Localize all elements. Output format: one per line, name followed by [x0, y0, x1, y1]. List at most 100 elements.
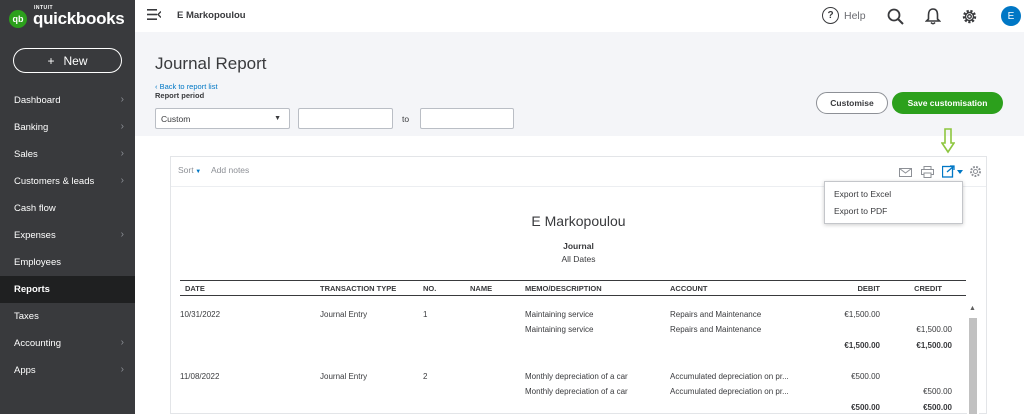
new-button[interactable]: + New	[13, 48, 122, 73]
add-notes-button[interactable]: Add notes	[211, 165, 249, 175]
chevron-right-icon: ›	[120, 229, 124, 240]
sidebar-item-expenses[interactable]: Expenses ›	[0, 222, 135, 249]
logo-text: quickbooks	[33, 9, 125, 28]
cell-account: Repairs and Maintenance	[670, 310, 762, 319]
sidebar-item-customers-leads[interactable]: Customers & leads ›	[0, 168, 135, 195]
sidebar-item-label: Cash flow	[14, 203, 56, 214]
sort-dropdown[interactable]: Sort ▼	[178, 165, 201, 175]
sidebar-item-label: Dashboard	[14, 95, 61, 106]
start-date-input[interactable]	[298, 108, 393, 129]
cell-memo: Monthly depreciation of a car	[525, 387, 628, 396]
column-header[interactable]: DATE	[185, 284, 205, 293]
scroll-up-icon[interactable]: ▲	[969, 305, 976, 312]
logo-intuit-text: INTUIT	[34, 5, 54, 11]
sidebar-item-employees[interactable]: Employees	[0, 249, 135, 276]
sidebar-item-label: Apps	[14, 365, 36, 376]
save-customisation-button[interactable]: Save customisation	[892, 92, 1003, 114]
table-header: DATE TRANSACTION TYPE NO. NAME MEMO/DESCRIPT…	[180, 280, 966, 296]
column-header[interactable]: NAME	[470, 284, 492, 293]
sidebar-item-sales[interactable]: Sales ›	[0, 141, 135, 168]
back-to-report-list-link[interactable]: ‹ Back to report list	[155, 82, 218, 91]
page-title: Journal Report	[155, 54, 267, 73]
gear-icon[interactable]	[961, 8, 978, 30]
cell-debit[interactable]: €1,500.00	[780, 310, 880, 319]
settings-gear-icon[interactable]	[969, 165, 982, 183]
sidebar: qb INTUIT quickbooks + New Dashboard › Ban…	[0, 0, 135, 414]
cell-type[interactable]: Journal Entry	[320, 372, 367, 381]
quickbooks-logo[interactable]: qb INTUIT quickbooks	[9, 5, 125, 29]
cell-memo: Maintaining service	[525, 325, 594, 334]
column-header[interactable]: TRANSACTION TYPE	[320, 284, 396, 293]
company-name: E Markopoulou	[177, 10, 246, 21]
cell-account: Repairs and Maintenance	[670, 325, 762, 334]
column-header[interactable]: NO.	[423, 284, 436, 293]
highlight-arrow-icon	[940, 128, 956, 159]
export-to-excel-item[interactable]: Export to Excel	[834, 189, 891, 199]
chevron-right-icon: ›	[120, 94, 124, 105]
report-period-label: Report period	[155, 91, 205, 100]
sidebar-item-reports[interactable]: Reports	[0, 276, 135, 303]
column-header[interactable]: ACCOUNT	[670, 284, 708, 293]
sidebar-item-label: Banking	[14, 122, 49, 133]
cell-account: Accumulated depreciation on pr...	[670, 387, 789, 396]
sidebar-item-label: Accounting	[14, 338, 62, 349]
plus-icon: +	[47, 53, 55, 68]
report-period-value: Custom	[161, 113, 191, 124]
sort-label: Sort	[178, 165, 194, 175]
cell-date: 10/31/2022	[180, 310, 221, 319]
logo-wordmark: INTUIT quickbooks	[33, 5, 125, 29]
sidebar-item-accounting[interactable]: Accounting ›	[0, 330, 135, 357]
sidebar-item-label: Employees	[14, 257, 61, 268]
report-period-select[interactable]: Custom ▼	[155, 108, 290, 129]
sidebar-item-label: Taxes	[14, 311, 39, 322]
cell-credit[interactable]: €1,500.00	[842, 325, 952, 334]
user-avatar[interactable]: E	[1001, 6, 1021, 26]
cell-type[interactable]: Journal Entry	[320, 310, 367, 319]
cell-date: 11/08/2022	[180, 372, 220, 381]
cell-no: 2	[423, 372, 428, 381]
chevron-right-icon: ›	[120, 148, 124, 159]
cell-memo: Monthly depreciation of a car	[525, 372, 628, 381]
qb-logo-icon: qb	[9, 10, 27, 28]
new-button-label: New	[63, 53, 88, 68]
column-header[interactable]: CREDIT	[840, 284, 942, 293]
cell-account: Accumulated depreciation on pr...	[670, 372, 789, 381]
help-label[interactable]: Help	[844, 10, 866, 22]
sidebar-item-apps[interactable]: Apps ›	[0, 357, 135, 384]
sidebar-item-label: Sales	[14, 149, 38, 160]
collapse-menu-icon[interactable]	[147, 9, 162, 23]
bell-icon[interactable]	[924, 7, 942, 30]
cell-credit[interactable]: €500.00	[842, 387, 952, 396]
help-icon[interactable]: ?	[822, 7, 839, 24]
sidebar-item-banking[interactable]: Banking ›	[0, 114, 135, 141]
report-dates: All Dates	[561, 254, 596, 264]
search-icon[interactable]	[887, 8, 904, 30]
sidebar-item-label: Reports	[14, 284, 50, 295]
end-date-input[interactable]	[420, 108, 514, 129]
sidebar-item-cash-flow[interactable]: Cash flow	[0, 195, 135, 222]
report-name: Journal	[563, 241, 594, 251]
back-link-label: Back to report list	[159, 82, 218, 91]
customise-button[interactable]: Customise	[816, 92, 888, 114]
scrollbar-thumb[interactable]	[969, 318, 977, 414]
cell-memo: Maintaining service	[525, 310, 594, 319]
to-label: to	[402, 114, 410, 124]
cell-credit[interactable]: €1,500.00	[842, 341, 952, 350]
cell-credit[interactable]: €500.00	[842, 403, 952, 412]
sidebar-item-label: Expenses	[14, 230, 56, 241]
cell-no: 1	[423, 310, 428, 319]
chevron-right-icon: ›	[120, 364, 124, 375]
caret-down-icon: ▼	[274, 115, 281, 122]
column-header[interactable]: MEMO/DESCRIPTION	[525, 284, 602, 293]
cell-debit[interactable]: €500.00	[780, 372, 880, 381]
chevron-right-icon: ›	[120, 175, 124, 186]
chevron-right-icon: ›	[120, 121, 124, 132]
sidebar-item-dashboard[interactable]: Dashboard ›	[0, 87, 135, 114]
sidebar-nav: Dashboard › Banking › Sales › Customers & lead…	[0, 87, 135, 384]
sidebar-item-label: Customers & leads	[14, 176, 95, 187]
report-company-name: E Markopoulou	[531, 213, 626, 229]
chevron-right-icon: ›	[120, 337, 124, 348]
sidebar-item-taxes[interactable]: Taxes	[0, 303, 135, 330]
top-bar: E Markopoulou ? Help E	[135, 0, 1024, 32]
caret-down-icon: ▼	[193, 169, 202, 175]
